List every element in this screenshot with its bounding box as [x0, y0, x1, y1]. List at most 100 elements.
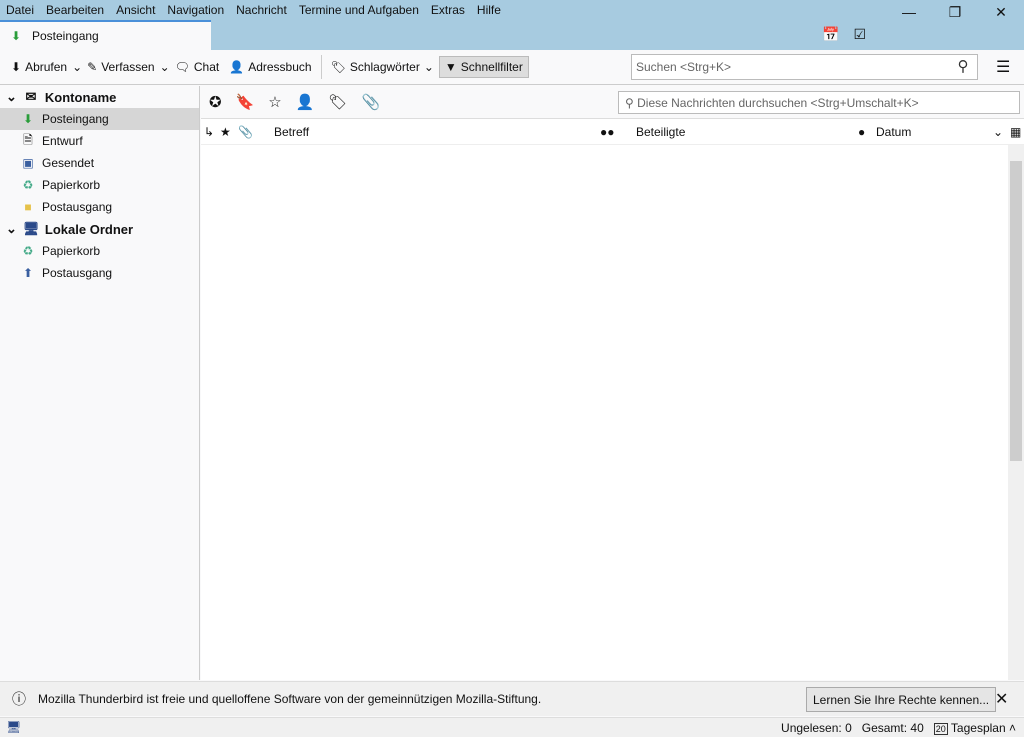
today-label: Tagesplan	[950, 721, 1006, 735]
search-input[interactable]: Suchen <Strg+K> ⚲	[631, 54, 978, 80]
quickfilter-button[interactable]: ▼ Schnellfilter	[438, 56, 529, 78]
outbox-icon: ⬆	[22, 266, 34, 280]
write-label: Verfassen	[101, 60, 155, 74]
unread-count: Ungelesen: 0	[781, 721, 852, 735]
sticky-pin-icon[interactable]: ✪	[209, 93, 222, 111]
menu-ansicht[interactable]: Ansicht	[110, 3, 161, 17]
help-icon: ⓘ	[12, 691, 26, 707]
tags-label: Schlagwörter	[349, 60, 420, 74]
star-column-icon[interactable]: ★	[220, 125, 231, 139]
thread-column-icon[interactable]: ↳	[204, 125, 214, 139]
column-date[interactable]: Datum	[876, 125, 911, 139]
close-icon[interactable]: ✕	[995, 689, 1008, 709]
folder-pane: ⌄ ✉ Kontoname ⬇ Posteingang 🗎 Entwurf ▣ Gesen…	[0, 86, 200, 680]
notification-bar: ⓘ Mozilla Thunderbird ist freie und quel…	[0, 681, 1024, 716]
search-icon: ⚲	[625, 96, 638, 110]
calendar-icon[interactable]: 📅	[822, 26, 839, 43]
menu-hilfe[interactable]: Hilfe	[471, 3, 507, 17]
chat-icon: 🗨	[174, 60, 190, 74]
online-status-icon[interactable]: 🖥	[6, 720, 21, 734]
folder-local-papierkorb[interactable]: ♻ Papierkorb	[0, 240, 199, 262]
message-pane: ✪ 🔖 ☆ 👤 🏷 📎 ⚲ Diese Nachrichten durchsuc…	[201, 86, 1024, 680]
pencil-icon: ✎	[87, 60, 98, 74]
chat-button[interactable]: 🗨 Chat	[170, 57, 225, 77]
junk-column-icon[interactable]: ●	[858, 125, 865, 139]
search-icon: ⚲	[957, 58, 969, 75]
addressbook-button[interactable]: 👤 Adressbuch	[224, 57, 316, 77]
tab-label: Posteingang	[32, 29, 99, 43]
sort-chevron-icon[interactable]: ⌄	[993, 125, 1003, 139]
menu-navigation[interactable]: Navigation	[161, 3, 230, 17]
trash-icon: ♻	[22, 244, 34, 258]
folder-local-postausgang[interactable]: ⬆ Postausgang	[0, 262, 199, 284]
contact-filter-icon[interactable]: 👤	[296, 93, 315, 111]
read-column-icon[interactable]: ●●	[600, 125, 615, 139]
search-placeholder: Suchen <Strg+K>	[636, 60, 732, 74]
tab-posteingang[interactable]: ⬇ Posteingang	[0, 20, 211, 50]
total-count: Gesamt: 40	[861, 721, 924, 735]
folder-posteingang[interactable]: ⬇ Posteingang	[0, 108, 199, 130]
restore-button[interactable]: ❐	[932, 4, 978, 21]
title-bar: Datei Bearbeiten Ansicht Navigation Nach…	[0, 0, 1024, 50]
column-subject[interactable]: Betreff	[274, 125, 309, 139]
chevron-down-icon: ⌄	[6, 89, 17, 104]
unread-filter-icon[interactable]: 🔖	[236, 93, 255, 111]
menu-nachricht[interactable]: Nachricht	[230, 3, 293, 17]
notification-text: Mozilla Thunderbird ist freie und quello…	[38, 692, 542, 706]
folder-entwurf[interactable]: 🗎 Entwurf	[0, 130, 199, 152]
tasks-icon[interactable]: ☑	[853, 26, 866, 43]
inbox-icon: ⬇	[10, 29, 22, 43]
starred-filter-icon[interactable]: ☆	[268, 93, 281, 111]
tags-button[interactable]: 🏷 Schlagwörter ⌄	[326, 57, 439, 77]
tag-filter-icon[interactable]: 🏷	[328, 93, 347, 111]
quickfilter-search-input[interactable]: ⚲ Diese Nachrichten durchsuchen <Strg+Um…	[618, 91, 1020, 114]
folder-gesendet[interactable]: ▣ Gesendet	[0, 152, 199, 174]
get-dropdown-icon[interactable]: ⌄	[72, 60, 82, 74]
chat-label: Chat	[193, 60, 220, 74]
close-window-button[interactable]: ✕	[978, 4, 1024, 21]
minimize-button[interactable]: —	[886, 4, 932, 21]
scrollbar-thumb[interactable]	[1010, 161, 1022, 461]
folder-account[interactable]: ⌄ ✉ Kontoname	[0, 86, 199, 108]
quickfilter-bar: ✪ 🔖 ☆ 👤 🏷 📎 ⚲ Diese Nachrichten durchsuc…	[201, 86, 1024, 119]
sent-icon: ▣	[22, 156, 34, 170]
folder-local[interactable]: ⌄ 🖥 Lokale Ordner	[0, 218, 199, 240]
write-button[interactable]: ✎ Verfassen	[82, 57, 159, 77]
column-picker-icon[interactable]: ▦	[1010, 125, 1021, 139]
menu-termine[interactable]: Termine und Aufgaben	[293, 3, 425, 17]
attachment-column-icon[interactable]: 📎	[238, 125, 253, 139]
inbox-icon: ⬇	[22, 112, 34, 126]
draft-icon: 🗎	[23, 132, 33, 147]
download-icon: ⬇	[11, 60, 22, 74]
folder-postausgang[interactable]: ■ Postausgang	[0, 196, 199, 218]
folder-label: Gesendet	[42, 156, 95, 170]
learn-rights-button[interactable]: Lernen Sie Ihre Rechte kennen...	[806, 687, 997, 712]
chevron-down-icon: ⌄	[423, 60, 434, 74]
get-messages-button[interactable]: ⬇ Abrufen	[6, 57, 72, 77]
attachment-filter-icon[interactable]: 📎	[361, 93, 380, 111]
menu-bearbeiten[interactable]: Bearbeiten	[40, 3, 110, 17]
filter-icon: ▼	[444, 60, 457, 74]
today-pane-button[interactable]: 20 Tagesplan ˄	[933, 721, 1016, 735]
column-header: ↳ ★ 📎 Betreff ●● Beteiligte ● Datum ⌄ ▦	[201, 119, 1024, 145]
folder-papierkorb[interactable]: ♻ Papierkorb	[0, 174, 199, 196]
write-dropdown-icon[interactable]: ⌄	[160, 60, 170, 74]
menu-bar: Datei Bearbeiten Ansicht Navigation Nach…	[0, 3, 507, 17]
app-menu-icon[interactable]: ☰	[996, 57, 1010, 77]
folder-label: Postausgang	[42, 266, 113, 280]
chevron-down-icon: ⌄	[6, 221, 17, 236]
quickfilter-label: Schnellfilter	[460, 60, 523, 74]
chevron-up-icon: ˄	[1008, 721, 1016, 735]
folder-label: Papierkorb	[42, 178, 101, 192]
scrollbar[interactable]	[1008, 145, 1024, 680]
column-correspondents[interactable]: Beteiligte	[636, 125, 685, 139]
get-label: Abrufen	[25, 60, 68, 74]
tag-icon: 🏷	[330, 60, 346, 74]
trash-icon: ♻	[22, 178, 34, 192]
folder-label: Posteingang	[42, 112, 109, 126]
addressbook-label: Adressbuch	[248, 60, 312, 74]
folder-label: Papierkorb	[42, 244, 101, 258]
computer-icon: 🖥	[22, 221, 40, 236]
menu-datei[interactable]: Datei	[0, 3, 40, 17]
menu-extras[interactable]: Extras	[425, 3, 471, 17]
